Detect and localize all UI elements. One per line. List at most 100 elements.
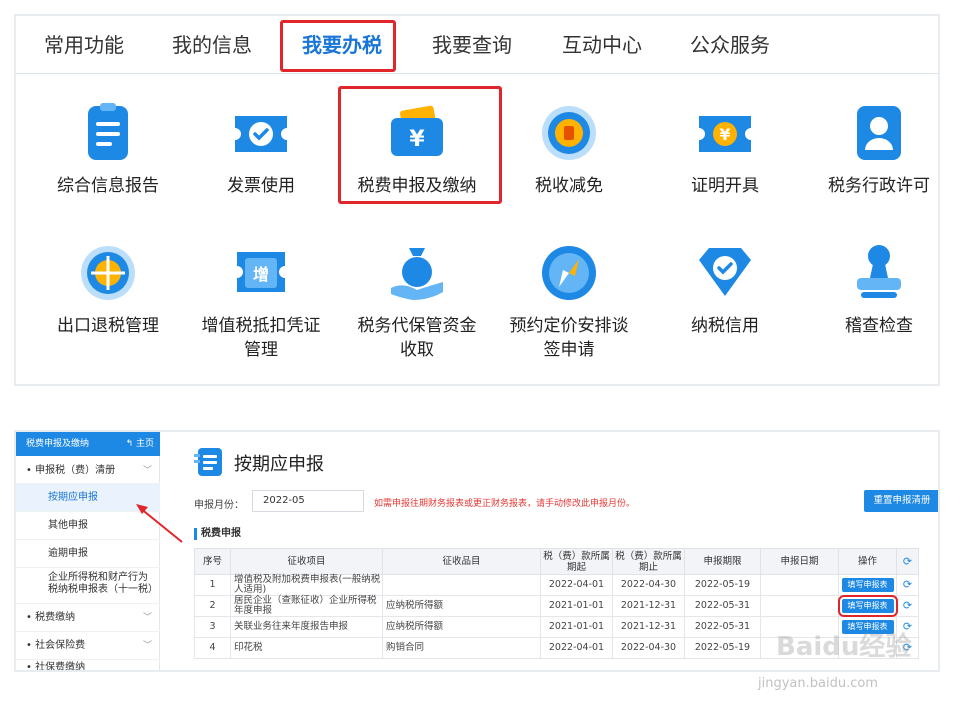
fill-form-button[interactable]: 填写申报表 — [837, 595, 898, 617]
service-label: 纳税信用 — [691, 316, 759, 336]
home-label: 主页 — [135, 439, 154, 449]
sidebar-item-label: 税费缴纳 — [35, 612, 76, 623]
sidebar-item-overdue-declaration[interactable]: 逾期申报 — [16, 540, 160, 568]
sidebar-item-social-fee-payment[interactable]: • 社保费缴纳 — [16, 660, 160, 672]
service-admin-license[interactable]: 税务行政许可 — [804, 102, 954, 198]
id-card-icon — [857, 106, 901, 160]
tax-item: 关联业务往来年度报告申报 — [230, 616, 383, 638]
service-label: 出口退税管理 — [57, 316, 159, 336]
sidebar-item-label: 逾期申报 — [48, 548, 88, 559]
baidu-watermark: Baidu经验 — [776, 632, 912, 662]
refresh-icon[interactable]: ⟳ — [896, 548, 919, 575]
table-header-row: 序号 征收项目 征收品目 税（费）款所属期起 税（费）款所属期止 申报期限 申报… — [194, 548, 919, 575]
deadline: 2022-05-19 — [684, 637, 761, 659]
declaration-date — [760, 574, 839, 596]
tab-interaction-center[interactable]: 互动中心 — [562, 16, 642, 74]
sidebar-item-label: 其他申报 — [48, 520, 88, 531]
operation-cell: 填写申报表 — [837, 595, 898, 617]
service-label: 税务代保管资金 收取 — [357, 316, 477, 360]
service-tax-credit[interactable]: 纳税信用 — [650, 242, 800, 338]
tax-item: 印花税 — [230, 637, 383, 659]
sidebar-item-label: 企业所得税和财产行为税纳税申报表（十一税） — [48, 572, 158, 595]
deadline: 2022-05-31 — [684, 595, 761, 617]
stamp-icon — [857, 245, 901, 298]
sidebar-item-social-insurance[interactable]: • 社会保险费 ﹀ — [16, 632, 160, 660]
sidebar-item-label: 申报税（费）清册 — [35, 465, 116, 476]
declaration-month-input[interactable]: 2022-05 — [252, 490, 364, 512]
column-header: 税（费）款所属期止 — [612, 548, 685, 575]
column-header: 征收项目 — [230, 548, 383, 575]
row-number: 1 — [194, 574, 231, 596]
tax-sub-item: 购销合同 — [382, 637, 541, 659]
sidebar: 税费申报及缴纳 ↰ 主页 • 申报税（费）清册 ﹀ 按期应申报 其他申报 逾期申报… — [16, 432, 160, 670]
chevron-down-icon: ﹀ — [142, 641, 152, 651]
service-comprehensive-report[interactable]: 综合信息报告 — [33, 102, 183, 198]
period-start: 2022-04-01 — [540, 574, 613, 596]
sidebar-title: 税费申报及缴纳 — [26, 439, 90, 449]
svg-text:¥: ¥ — [719, 125, 730, 144]
page-title: 按期应申报 — [234, 454, 324, 475]
ticket-yuan-icon: ¥ — [699, 116, 751, 152]
sidebar-item-label: 按期应申报 — [48, 492, 98, 503]
row-refresh-icon[interactable]: ⟳ — [896, 595, 919, 617]
top-nav-tabs: 常用功能 我的信息 我要办税 我要查询 互动中心 公众服务 — [16, 16, 938, 74]
period-start: 2022-04-01 — [540, 637, 613, 659]
service-tax-reduction[interactable]: 税收减免 — [494, 102, 644, 198]
chevron-down-icon: ﹀ — [142, 466, 152, 476]
tax-sub-item: 应纳税所得额 — [382, 616, 541, 638]
active-tab-highlight-box — [280, 20, 396, 72]
sidebar-item-tax-payment[interactable]: • 税费缴纳 ﹀ — [16, 604, 160, 632]
compass-icon — [542, 246, 596, 300]
row-refresh-icon[interactable]: ⟳ — [896, 574, 919, 596]
fill-form-button[interactable]: 填写申报表 — [841, 578, 894, 592]
watermark-url: jingyan.baidu.com — [758, 676, 878, 691]
section-title: 税费申报 — [194, 528, 241, 540]
money-bag-hand-icon — [391, 248, 443, 300]
service-label: 税收减免 — [535, 176, 603, 196]
operation-cell: 填写申报表 — [838, 574, 897, 596]
sidebar-header: 税费申报及缴纳 ↰ 主页 — [16, 432, 160, 456]
selected-service-highlight-box — [338, 86, 502, 204]
tab-public-service[interactable]: 公众服务 — [690, 16, 770, 74]
month-label: 申报月份： — [194, 500, 244, 511]
chevron-down-icon: ﹀ — [142, 613, 152, 623]
sidebar-item-eleven-taxes[interactable]: 企业所得税和财产行为税纳税申报表（十一税） — [16, 568, 160, 604]
service-pricing-arrangement[interactable]: 预约定价安排谈 签申请 — [494, 242, 644, 362]
service-label: 稽查检查 — [845, 316, 913, 336]
column-header: 序号 — [194, 548, 231, 575]
service-label: 增值税抵扣凭证 管理 — [201, 316, 321, 360]
service-export-refund[interactable]: 出口退税管理 — [33, 242, 183, 338]
period-end: 2021-12-31 — [612, 595, 685, 617]
column-header: 申报日期 — [760, 548, 839, 575]
declaration-panel: 税费申报及缴纳 ↰ 主页 • 申报税（费）清册 ﹀ 按期应申报 其他申报 逾期申报… — [14, 430, 940, 672]
sidebar-item-label: 社保费缴纳 — [35, 662, 86, 672]
table-row: 1 增值税及附加税费申报表(一般纳税人适用) 2022-04-01 2022-0… — [194, 574, 919, 596]
service-fund-custody[interactable]: 税务代保管资金 收取 — [342, 242, 492, 362]
column-header: 税（费）款所属期起 — [540, 548, 613, 575]
period-start: 2021-01-01 — [540, 595, 613, 617]
tax-item: 居民企业（查账征收）企业所得税年度申报 — [230, 595, 383, 617]
report-icon — [194, 448, 222, 476]
declaration-date — [760, 595, 839, 617]
reset-declaration-list-button[interactable]: 重置申报清册 — [864, 490, 938, 512]
service-vat-deduction[interactable]: 增 增值税抵扣凭证 管理 — [186, 242, 336, 362]
home-link[interactable]: ↰ 主页 — [126, 432, 154, 456]
period-end: 2022-04-30 — [612, 574, 685, 596]
tab-my-info[interactable]: 我的信息 — [172, 16, 252, 74]
service-audit-inspection[interactable]: 稽查检查 — [804, 242, 954, 338]
tab-common-functions[interactable]: 常用功能 — [44, 16, 124, 74]
period-end: 2022-04-30 — [612, 637, 685, 659]
service-invoice-usage[interactable]: 发票使用 — [186, 102, 336, 198]
coin-stack-icon — [542, 106, 596, 160]
service-certificate-issuing[interactable]: ¥ 证明开具 — [650, 102, 800, 198]
month-warning: 如需申报往期财务报表或更正财务报表，请手动修改此申报月份。 — [374, 499, 636, 509]
service-label: 税务行政许可 — [828, 176, 930, 196]
row-number: 4 — [194, 637, 231, 659]
sidebar-item-declaration-list[interactable]: • 申报税（费）清册 ﹀ — [16, 458, 160, 484]
service-label: 综合信息报告 — [57, 176, 159, 196]
diamond-check-icon — [699, 248, 751, 296]
tax-item: 增值税及附加税费申报表(一般纳税人适用) — [230, 574, 383, 596]
column-header: 申报期限 — [684, 548, 761, 575]
globe-icon — [81, 246, 135, 300]
tab-query[interactable]: 我要查询 — [432, 16, 512, 74]
